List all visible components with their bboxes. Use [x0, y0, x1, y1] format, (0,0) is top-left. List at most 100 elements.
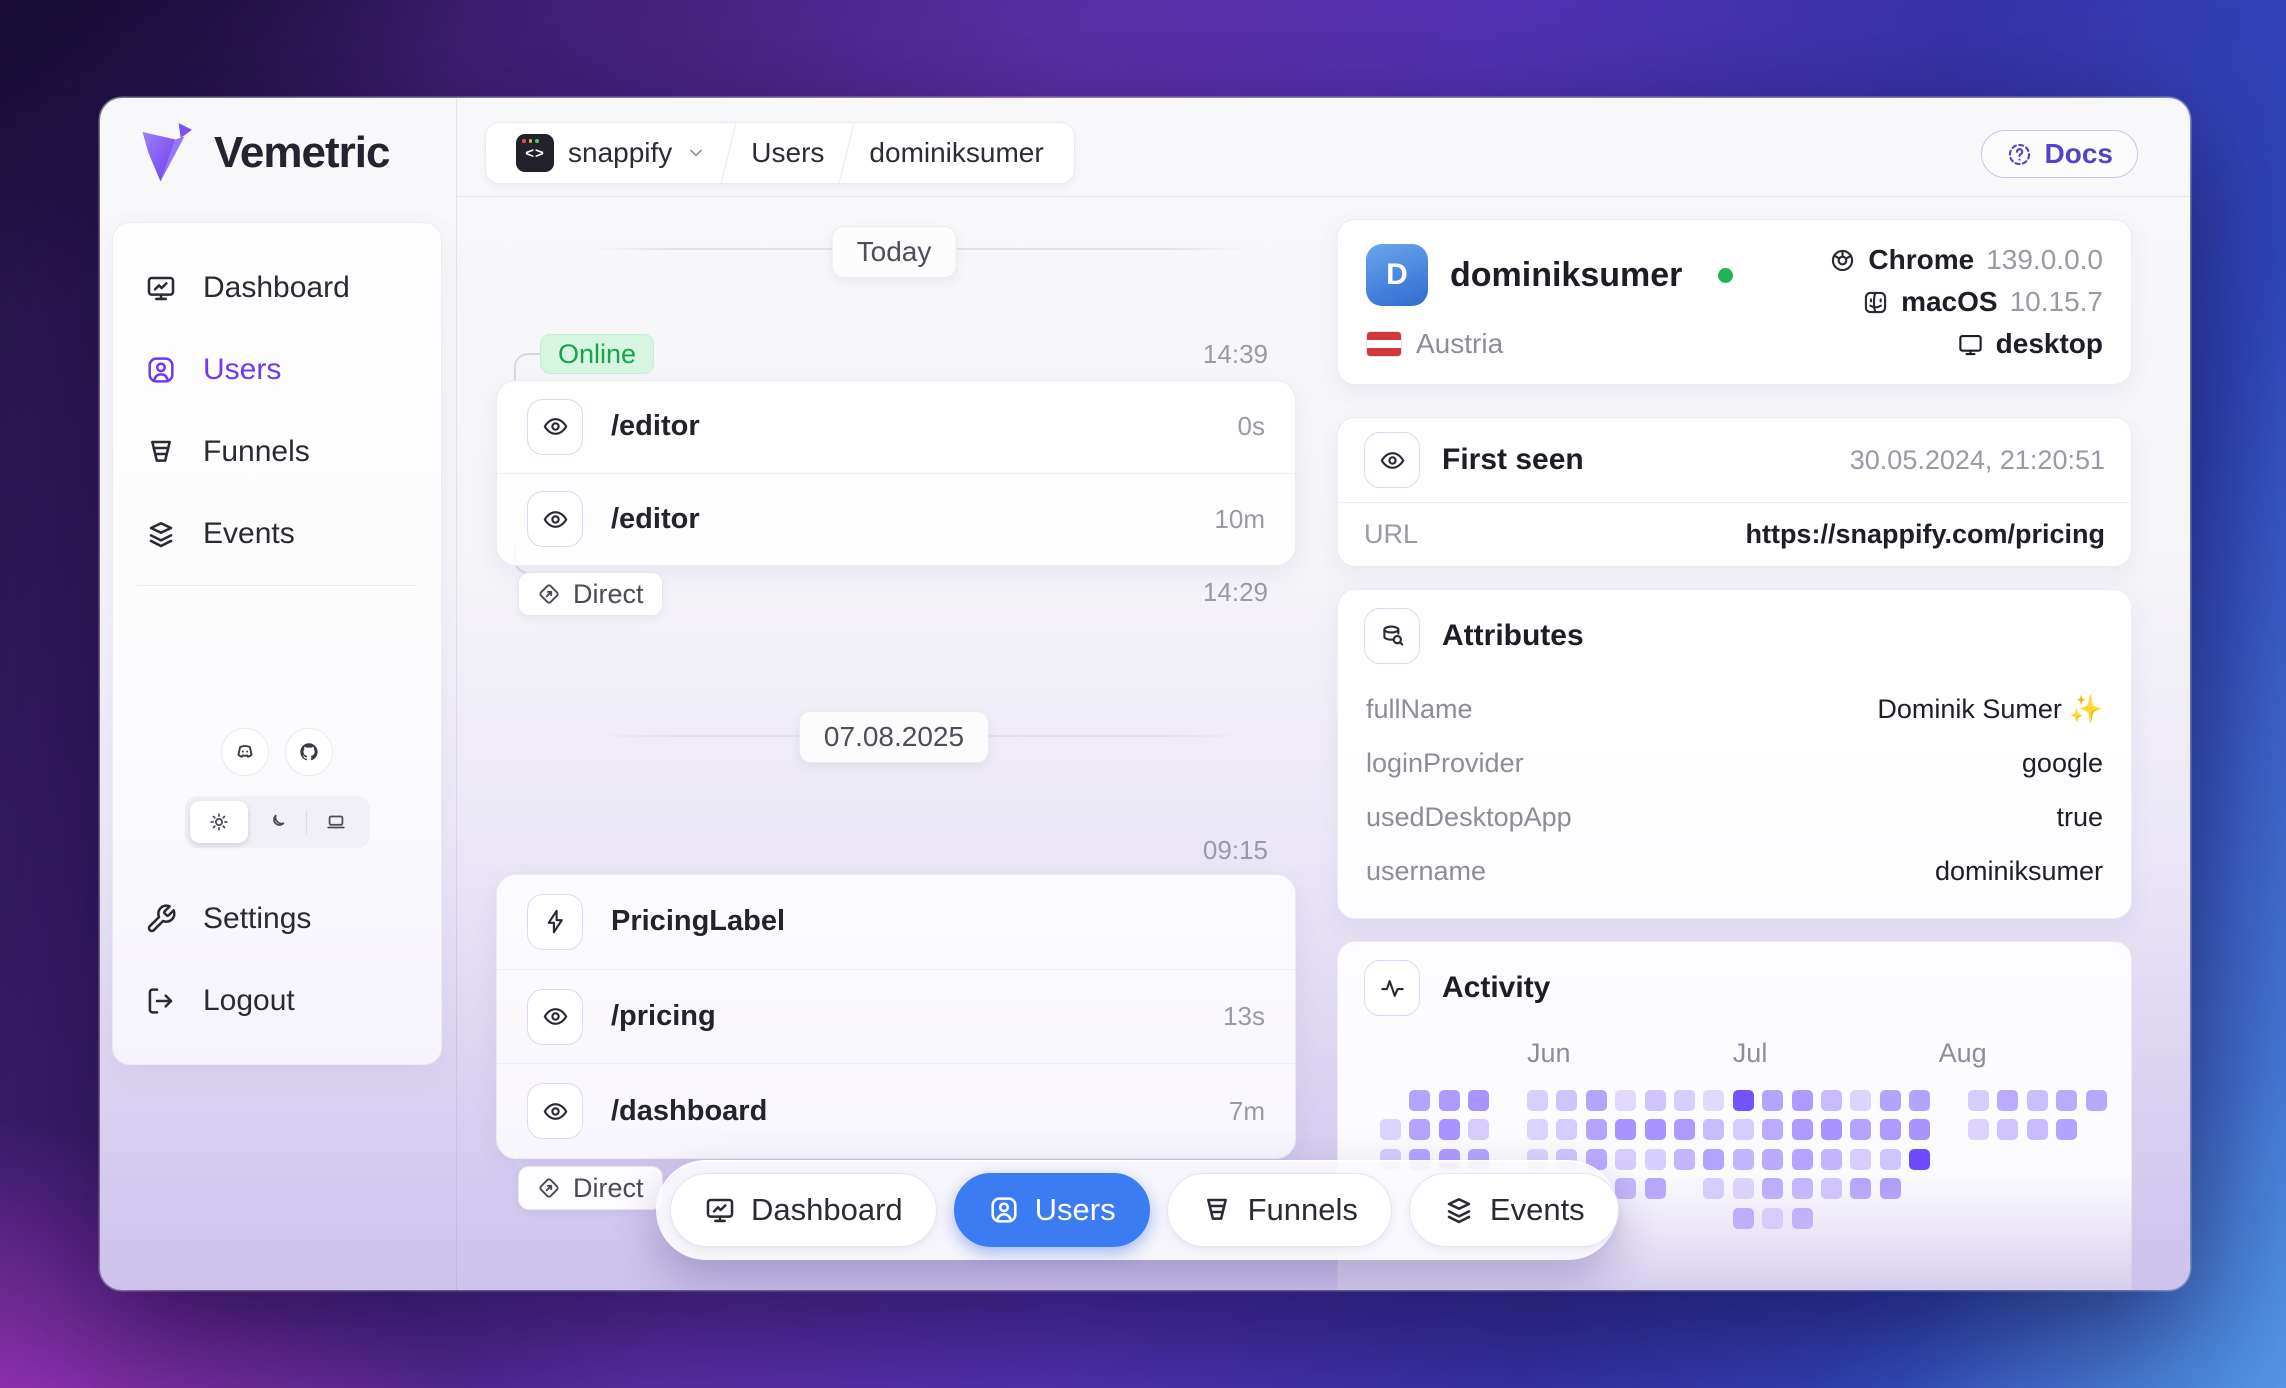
pageview-row[interactable]: /editor 10m	[497, 472, 1295, 566]
pageview-path: /pricing	[611, 1000, 716, 1032]
heatmap-cell[interactable]	[1409, 1119, 1431, 1141]
discord-icon	[237, 744, 253, 758]
heatmap-cell[interactable]	[1997, 1119, 2019, 1141]
theme-dark-button[interactable]	[248, 801, 306, 843]
eye-icon	[527, 491, 583, 548]
pageview-path: /editor	[611, 502, 700, 535]
heatmap-cell[interactable]	[1762, 1090, 1784, 1111]
heatmap-cell[interactable]	[1879, 1119, 1901, 1141]
heatmap-cell[interactable]	[1674, 1090, 1695, 1111]
app-logo: Vemetric	[138, 120, 390, 186]
pageview-row[interactable]: /dashboard 7m	[497, 1063, 1295, 1158]
heatmap-cell[interactable]	[1909, 1119, 1931, 1141]
heatmap-cell[interactable]	[1674, 1148, 1695, 1170]
heatmap-cell[interactable]	[1821, 1090, 1842, 1111]
heatmap-cell[interactable]	[1438, 1119, 1460, 1141]
heatmap-cell[interactable]	[1644, 1119, 1666, 1141]
bottomnav-funnels-button[interactable]: Funnels	[1166, 1173, 1392, 1247]
pageview-row[interactable]: /editor 0s	[497, 381, 1295, 473]
heatmap-cell[interactable]	[1732, 1178, 1754, 1200]
breadcrumb-project-selector[interactable]: <> snappify	[494, 123, 728, 183]
heatmap-cell[interactable]	[1615, 1090, 1637, 1111]
heatmap-cell[interactable]	[1791, 1178, 1813, 1200]
heatmap-cell[interactable]	[1850, 1119, 1872, 1141]
sidebar-item-dashboard[interactable]: Dashboard	[131, 247, 423, 329]
heatmap-cell[interactable]	[1732, 1148, 1754, 1170]
attribute-row: username dominiksumer	[1338, 844, 2131, 898]
heatmap-cell[interactable]	[1615, 1148, 1637, 1170]
heatmap-cell[interactable]	[1380, 1119, 1401, 1141]
heatmap-cell[interactable]	[1821, 1119, 1842, 1141]
heatmap-cell[interactable]	[1644, 1090, 1666, 1111]
theme-system-button[interactable]	[307, 801, 365, 843]
heatmap-cell[interactable]	[1850, 1090, 1872, 1111]
heatmap-cell[interactable]	[1909, 1090, 1931, 1111]
country-label: Austria	[1416, 328, 1504, 359]
heatmap-cell[interactable]	[1879, 1090, 1901, 1111]
heatmap-cell[interactable]	[1703, 1148, 1725, 1170]
heatmap-cell[interactable]	[1821, 1148, 1842, 1170]
sidebar-item-logout[interactable]: Logout	[131, 960, 423, 1042]
heatmap-cell[interactable]	[1791, 1119, 1813, 1141]
theme-light-button[interactable]	[189, 801, 248, 843]
heatmap-cell[interactable]	[1968, 1119, 1989, 1141]
docs-button[interactable]: Docs	[1980, 130, 2138, 178]
heatmap-cell[interactable]	[1644, 1178, 1666, 1200]
heatmap-cell[interactable]	[2026, 1090, 2048, 1111]
heatmap-cell[interactable]	[1615, 1178, 1637, 1200]
heatmap-cell[interactable]	[1703, 1090, 1725, 1111]
app-title: Vemetric	[214, 128, 390, 177]
user-profile-card: D dominiksumer Chrome 139.0.0.0 macOS 10…	[1337, 219, 2132, 385]
heatmap-cell[interactable]	[1997, 1090, 2019, 1111]
bottomnav-users-button[interactable]: Users	[953, 1173, 1150, 1247]
bottomnav-dashboard-button[interactable]: Dashboard	[670, 1173, 937, 1247]
heatmap-cell[interactable]	[1879, 1178, 1901, 1200]
heatmap-cell[interactable]	[1527, 1090, 1548, 1111]
heatmap-cell[interactable]	[1585, 1090, 1607, 1111]
heatmap-cell[interactable]	[1762, 1148, 1784, 1170]
heatmap-cell[interactable]	[1909, 1148, 1931, 1170]
heatmap-cell[interactable]	[1703, 1178, 1725, 1200]
heatmap-cell[interactable]	[1821, 1178, 1842, 1200]
sidebar-item-users[interactable]: Users	[131, 329, 423, 411]
breadcrumb-section[interactable]: Users	[729, 123, 846, 183]
event-row[interactable]: PricingLabel	[497, 875, 1295, 969]
heatmap-cell[interactable]	[1850, 1178, 1872, 1200]
sidebar-item-events[interactable]: Events	[131, 493, 423, 575]
heatmap-cell[interactable]	[1409, 1090, 1431, 1111]
heatmap-cell[interactable]	[1585, 1119, 1607, 1141]
bottomnav-events-button[interactable]: Events	[1408, 1173, 1619, 1247]
heatmap-cell[interactable]	[1732, 1207, 1754, 1229]
sidebar-item-settings[interactable]: Settings	[131, 878, 423, 960]
heatmap-cell[interactable]	[1762, 1119, 1784, 1141]
heatmap-cell[interactable]	[1732, 1119, 1754, 1141]
heatmap-cell[interactable]	[1674, 1119, 1695, 1141]
heatmap-cell[interactable]	[2085, 1090, 2107, 1111]
sidebar-item-funnels[interactable]: Funnels	[131, 411, 423, 493]
heatmap-cell[interactable]	[1791, 1207, 1813, 1229]
heatmap-cell[interactable]	[1732, 1090, 1754, 1111]
heatmap-cell[interactable]	[1762, 1207, 1784, 1229]
heatmap-cell[interactable]	[1850, 1148, 1872, 1170]
heatmap-cell[interactable]	[1556, 1119, 1578, 1141]
heatmap-cell[interactable]	[2056, 1090, 2078, 1111]
heatmap-cell[interactable]	[1468, 1119, 1490, 1141]
discord-button[interactable]	[221, 728, 269, 776]
heatmap-cell[interactable]	[1703, 1119, 1725, 1141]
heatmap-cell[interactable]	[1556, 1090, 1578, 1111]
heatmap-cell[interactable]	[1644, 1148, 1666, 1170]
heatmap-cell[interactable]	[1762, 1178, 1784, 1200]
heatmap-cell[interactable]	[1527, 1119, 1548, 1141]
heatmap-cell[interactable]	[1791, 1090, 1813, 1111]
heatmap-cell[interactable]	[1968, 1090, 1989, 1111]
heatmap-cell[interactable]	[1791, 1148, 1813, 1170]
heatmap-cell[interactable]	[1615, 1119, 1637, 1141]
github-button[interactable]	[285, 728, 333, 776]
heatmap-cell[interactable]	[1438, 1090, 1460, 1111]
heatmap-cell[interactable]	[1468, 1090, 1490, 1111]
heatmap-cell[interactable]	[2026, 1119, 2048, 1141]
pageview-row[interactable]: /pricing 13s	[497, 968, 1295, 1064]
bottomnav-label: Users	[1034, 1192, 1116, 1227]
heatmap-cell[interactable]	[2056, 1119, 2078, 1141]
heatmap-cell[interactable]	[1879, 1148, 1901, 1170]
